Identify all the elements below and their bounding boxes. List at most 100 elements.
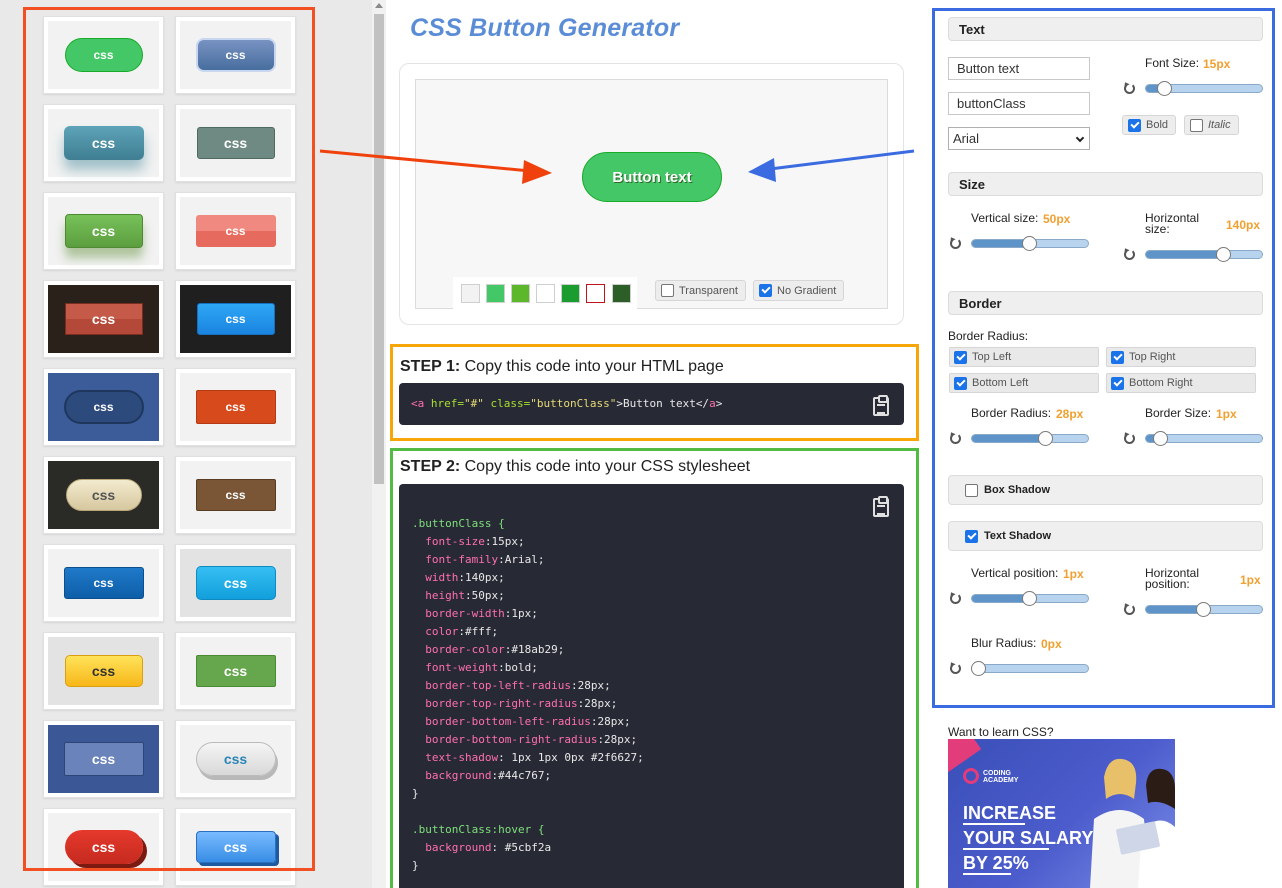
reset-border-size-icon[interactable] bbox=[1124, 433, 1135, 444]
reset-border-radius-icon[interactable] bbox=[950, 433, 961, 444]
bottom-left-checkbox[interactable]: Bottom Left bbox=[949, 373, 1099, 393]
class-name-input[interactable]: buttonClass bbox=[948, 92, 1090, 115]
vertical-position-slider[interactable] bbox=[971, 591, 1089, 606]
gallery-sample-button[interactable]: css bbox=[195, 479, 276, 511]
reset-horizontal-size-icon[interactable] bbox=[1124, 249, 1135, 260]
no-gradient-checkbox[interactable]: No Gradient bbox=[753, 280, 845, 301]
gallery-sample-button[interactable]: css bbox=[195, 566, 276, 600]
swatch-white[interactable] bbox=[536, 284, 555, 303]
gallery-tile[interactable]: css bbox=[43, 192, 164, 270]
gallery-sample-button[interactable]: css bbox=[195, 655, 276, 687]
css-code-block[interactable]: .buttonClass { font-size:15px; font-fami… bbox=[399, 484, 904, 888]
bottom-right-checkbox[interactable]: Bottom Right bbox=[1106, 373, 1256, 393]
gallery-tile[interactable]: css bbox=[43, 720, 164, 798]
vertical-size-slider[interactable] bbox=[971, 236, 1089, 251]
font-size-slider[interactable] bbox=[1145, 81, 1263, 96]
swatch-light-gray[interactable] bbox=[461, 284, 480, 303]
box-shadow-section-header[interactable]: Box Shadow bbox=[948, 475, 1263, 505]
gallery-sample-button[interactable]: css bbox=[195, 742, 276, 776]
css-property-name: width bbox=[425, 571, 459, 584]
reset-font-size-icon[interactable] bbox=[1124, 83, 1135, 94]
gallery-tile[interactable]: css bbox=[43, 808, 164, 886]
ad-underline bbox=[963, 823, 1025, 825]
font-family-select[interactable]: Arial bbox=[948, 127, 1090, 150]
gallery-tile[interactable]: css bbox=[43, 544, 164, 622]
copy-clipboard-icon[interactable] bbox=[873, 496, 889, 517]
top-right-checkbox[interactable]: Top Right bbox=[1106, 347, 1256, 367]
font-family-value: Arial bbox=[953, 131, 980, 146]
gallery-tile[interactable]: css bbox=[43, 16, 164, 94]
swatch-white-selected[interactable] bbox=[586, 284, 605, 303]
slider-knob[interactable] bbox=[971, 661, 986, 676]
gallery-sample-button[interactable]: css bbox=[64, 38, 143, 72]
gallery-sample-button[interactable]: css bbox=[64, 830, 143, 864]
swatch-dark-green[interactable] bbox=[561, 284, 580, 303]
gallery-tile[interactable]: css bbox=[43, 104, 164, 182]
gallery-tile[interactable]: css bbox=[175, 808, 296, 886]
css-property-line: font-size:15px; bbox=[412, 535, 524, 548]
border-radius-label: Border Radius: bbox=[971, 406, 1052, 420]
button-text-input[interactable]: Button text bbox=[948, 57, 1090, 80]
size-section-header[interactable]: Size bbox=[948, 172, 1263, 196]
scroll-up-arrow-icon[interactable] bbox=[375, 3, 383, 8]
gallery-tile[interactable]: css bbox=[175, 720, 296, 798]
horizontal-position-slider[interactable] bbox=[1145, 602, 1263, 617]
gallery-tile[interactable]: css bbox=[175, 544, 296, 622]
gallery-sample-button[interactable]: css bbox=[64, 303, 143, 335]
gallery-tile[interactable]: css bbox=[175, 16, 296, 94]
border-radius-slider[interactable] bbox=[971, 431, 1089, 446]
top-left-checkbox[interactable]: Top Left bbox=[949, 347, 1099, 367]
gallery-tile[interactable]: css bbox=[175, 280, 296, 358]
css-property-name: border-top-left-radius bbox=[425, 679, 571, 692]
coding-academy-ad[interactable]: CODING ACADEMY INCREASE YOUR SALARY BY 25% bbox=[948, 739, 1175, 888]
gallery-tile[interactable]: css bbox=[43, 456, 164, 534]
border-section-header[interactable]: Border bbox=[948, 291, 1263, 315]
reset-horizontal-position-icon[interactable] bbox=[1124, 604, 1135, 615]
gallery-sample-button[interactable]: css bbox=[63, 567, 144, 599]
gallery-tile[interactable]: css bbox=[43, 632, 164, 710]
border-size-slider[interactable] bbox=[1145, 431, 1263, 446]
reset-blur-radius-icon[interactable] bbox=[950, 663, 961, 674]
gallery-sample-button[interactable]: css bbox=[64, 655, 143, 687]
gallery-sample-button[interactable]: css bbox=[63, 126, 144, 160]
gallery-sample-button[interactable]: css bbox=[65, 479, 142, 511]
gallery-sample-button[interactable]: css bbox=[196, 303, 275, 335]
italic-checkbox[interactable]: Italic bbox=[1184, 115, 1239, 135]
gallery-sample-button[interactable]: css bbox=[195, 390, 276, 424]
gallery-tile[interactable]: css bbox=[175, 632, 296, 710]
gallery-tile[interactable]: css bbox=[175, 104, 296, 182]
text-section-header[interactable]: Text bbox=[948, 17, 1263, 41]
gallery-sample-button[interactable]: css bbox=[64, 214, 143, 248]
swatch-green[interactable] bbox=[486, 284, 505, 303]
gallery-sample-button[interactable]: css bbox=[195, 831, 276, 863]
preview-button[interactable]: Button text bbox=[582, 152, 722, 202]
gallery-scrollbar[interactable] bbox=[372, 0, 386, 888]
gallery-tile[interactable]: css bbox=[175, 456, 296, 534]
swatch-forest[interactable] bbox=[612, 284, 631, 303]
swatch-lime[interactable] bbox=[511, 284, 530, 303]
gallery-tile-background: css bbox=[180, 725, 291, 793]
gallery-sample-button[interactable]: css bbox=[63, 742, 144, 776]
html-code-block[interactable]: <a href="#" class="buttonClass">Button t… bbox=[399, 383, 904, 425]
transparent-checkbox[interactable]: Transparent bbox=[655, 280, 746, 301]
slider-knob[interactable] bbox=[1022, 591, 1037, 606]
gallery-sample-button[interactable]: css bbox=[196, 127, 275, 159]
reset-vertical-size-icon[interactable] bbox=[950, 238, 961, 249]
gallery-sample-button[interactable]: css bbox=[195, 215, 276, 247]
horizontal-size-slider[interactable] bbox=[1145, 247, 1263, 262]
gallery-sample-button[interactable]: css bbox=[63, 390, 144, 424]
gallery-tile[interactable]: css bbox=[175, 192, 296, 270]
text-shadow-section-header[interactable]: Text Shadow bbox=[948, 521, 1263, 551]
copy-clipboard-icon[interactable] bbox=[873, 395, 889, 416]
reset-vertical-position-icon[interactable] bbox=[950, 593, 961, 604]
scrollbar-thumb[interactable] bbox=[374, 14, 384, 484]
step2-text: Copy this code into your CSS stylesheet bbox=[464, 458, 751, 475]
gallery-tile[interactable]: css bbox=[43, 280, 164, 358]
gallery-tile[interactable]: css bbox=[43, 368, 164, 446]
bold-checkbox[interactable]: Bold bbox=[1122, 115, 1177, 135]
gallery-tile[interactable]: css bbox=[175, 368, 296, 446]
blur-radius-slider[interactable] bbox=[971, 661, 1089, 676]
slider-knob[interactable] bbox=[1022, 236, 1037, 251]
gallery-sample-button[interactable]: css bbox=[195, 38, 276, 72]
slider-knob[interactable] bbox=[1196, 602, 1211, 617]
